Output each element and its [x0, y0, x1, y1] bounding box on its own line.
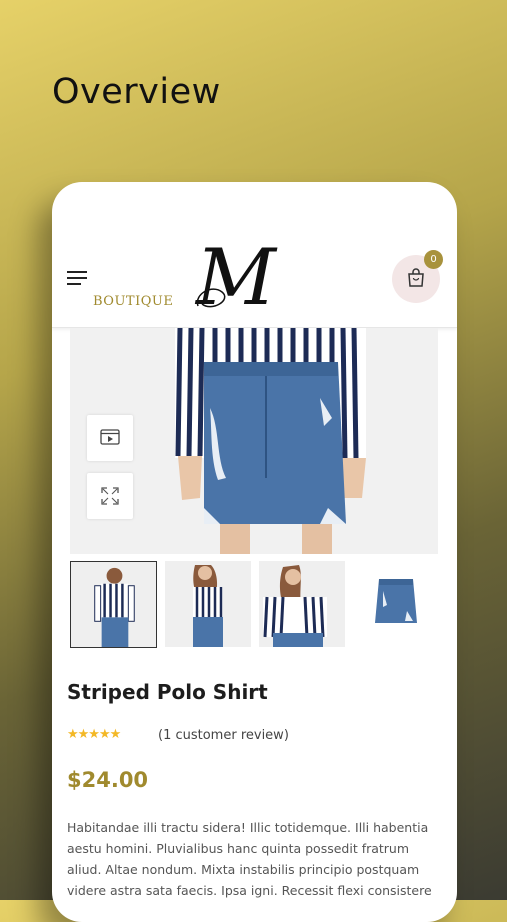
shopping-bag-icon [408, 268, 424, 287]
expand-icon [101, 487, 119, 505]
video-button[interactable] [87, 415, 133, 461]
product-main-image[interactable] [70, 328, 438, 554]
cart-count-badge: 0 [424, 250, 443, 269]
thumbnail-1[interactable] [70, 561, 157, 648]
thumbnail-2[interactable] [165, 561, 251, 647]
rating-stars: ★★★★★ [67, 727, 121, 742]
thumbnail-4[interactable] [353, 561, 439, 647]
menu-icon[interactable] [67, 271, 87, 287]
expand-button[interactable] [87, 473, 133, 519]
thumbnail-3[interactable] [259, 561, 345, 647]
product-price: $24.00 [67, 768, 149, 792]
video-icon [100, 429, 120, 445]
thumbnail-strip [70, 561, 439, 649]
page-headline: Overview [52, 72, 221, 112]
review-count-link[interactable]: (1 customer review) [158, 728, 289, 743]
logo-text: BOUTIQUE [93, 294, 174, 309]
boutique-logo[interactable]: M [192, 234, 317, 319]
product-title: Striped Polo Shirt [67, 680, 268, 704]
phone-frame: M BOUTIQUE 0 Striped Polo Shirt ★★★★★ (1… [52, 182, 457, 922]
product-description: Habitandae illi tractu sidera! Illic tot… [67, 820, 432, 898]
app-header: M BOUTIQUE 0 [52, 182, 457, 328]
